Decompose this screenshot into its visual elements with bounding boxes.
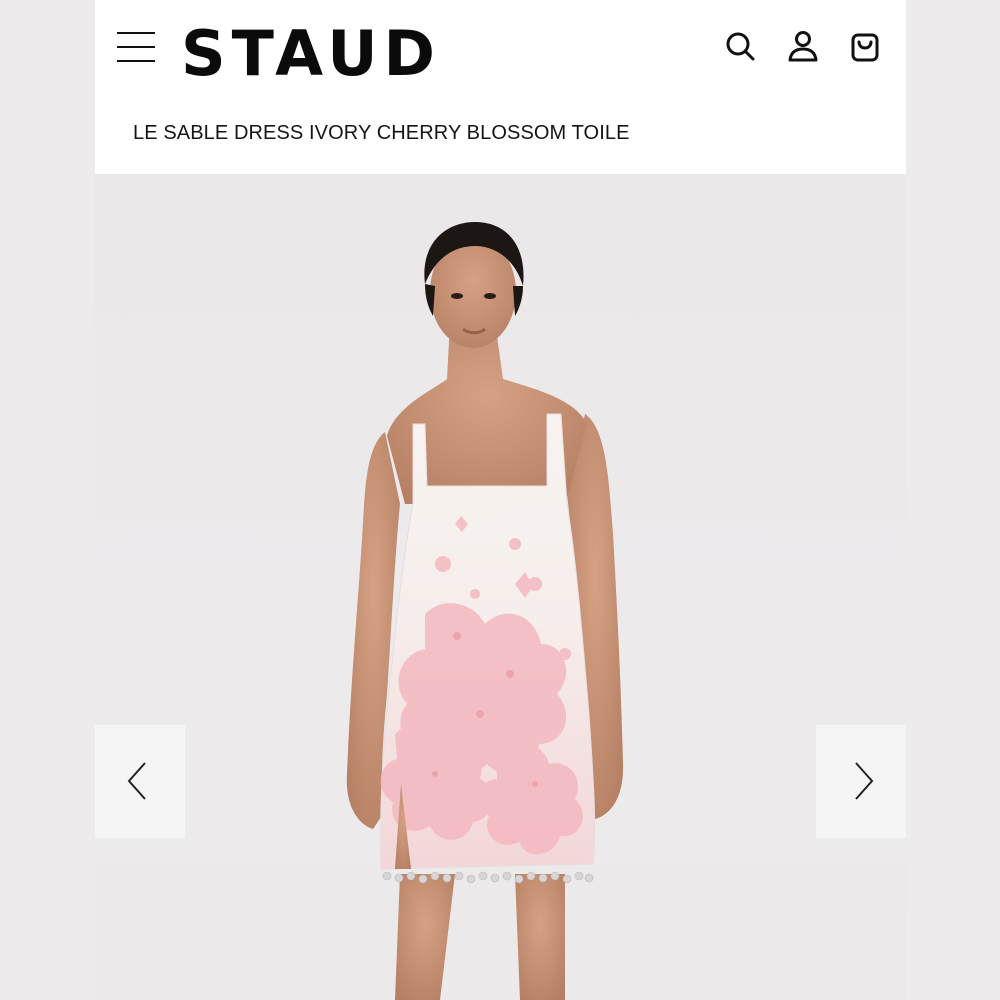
chevron-left-icon (127, 762, 146, 800)
product-title: LE SABLE DRESS IVORY CHERRY BLOSSOM TOIL… (133, 122, 630, 144)
search-icon[interactable] (722, 28, 758, 64)
product-model-image (346, 222, 624, 1000)
product-title-bar: LE SABLE DRESS IVORY CHERRY BLOSSOM TOIL… (95, 100, 906, 174)
left-backdrop (0, 0, 95, 1000)
previous-image-button[interactable] (95, 725, 185, 838)
brand-logo[interactable]: STAUD (181, 18, 441, 90)
right-backdrop (905, 0, 1000, 1000)
shopping-bag-icon[interactable] (847, 28, 883, 64)
product-page: STAUD LE SABLE DRESS IVORY CHERRY BLOSSO… (95, 0, 906, 1000)
menu-icon[interactable] (117, 30, 155, 64)
account-icon[interactable] (785, 28, 821, 64)
chevron-right-icon (855, 762, 874, 800)
next-image-button[interactable] (816, 725, 906, 838)
product-image-gallery[interactable] (95, 174, 906, 1000)
site-header: STAUD (95, 0, 906, 100)
